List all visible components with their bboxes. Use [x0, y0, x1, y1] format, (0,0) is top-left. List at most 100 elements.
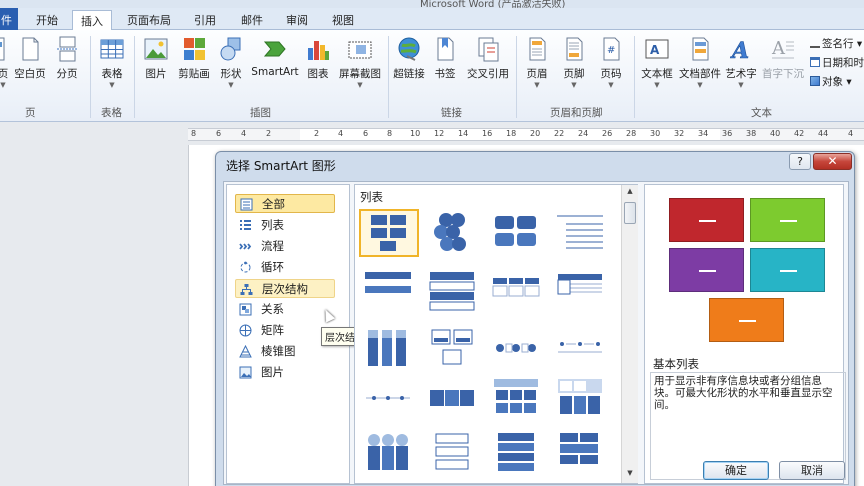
layout-thumb-stacked[interactable] [423, 269, 483, 317]
quick-parts-button[interactable]: 文档部件 ▼ [678, 36, 722, 90]
ribbon-insert: 页 ▼ 空白页 分页 表格 ▼ 图片 剪贴画 形状 ▼ SmartArt 图表 … [0, 30, 864, 122]
chevron-down-icon: ▼ [571, 81, 577, 89]
textbox-button[interactable]: A 文本框 ▼ [638, 36, 676, 90]
layout-thumbnail [429, 272, 475, 311]
picture-button[interactable]: 图片 [141, 36, 171, 81]
ruler-tick-label: 32 [674, 129, 685, 138]
tab-review[interactable]: 审阅 [286, 12, 308, 28]
help-button[interactable]: ? [789, 153, 811, 170]
ruler-tick-label: 18 [506, 129, 517, 138]
layout-thumb-stacked-bars[interactable] [487, 429, 547, 477]
svg-text:A: A [730, 38, 749, 62]
cancel-button[interactable]: 取消 [779, 461, 845, 480]
object-button[interactable]: 对象 ▾ [810, 74, 852, 89]
tab-references[interactable]: 引用 [194, 12, 216, 28]
relationship-icon [239, 303, 252, 316]
group-label-header-footer: 页眉和页脚 [550, 107, 603, 119]
dialog-title: 选择 SmartArt 图形 [226, 159, 336, 173]
layout-thumb-block-grid[interactable] [551, 429, 611, 477]
layout-thumbnail [365, 272, 411, 293]
layout-thumb-picture-caption[interactable] [423, 325, 483, 373]
blank-page-button[interactable]: 空白页 [13, 36, 47, 81]
tab-insert[interactable]: 插入 [72, 10, 112, 31]
ruler-tick-label: 34 [698, 129, 709, 138]
date-time-button[interactable]: 日期和时 [810, 55, 864, 70]
all-icon [240, 198, 253, 211]
pyramid-icon [239, 345, 252, 358]
layout-thumb-grouped[interactable] [487, 209, 547, 257]
layout-thumb-dots[interactable] [551, 325, 611, 373]
layout-gallery: 列表 ▲ ▼ [354, 184, 638, 484]
category-picture[interactable]: 图片 [235, 363, 335, 382]
tab-file[interactable]: 件 [0, 8, 18, 30]
layout-thumb-vertical-bullet[interactable] [359, 269, 419, 317]
layout-thumb-grid[interactable] [487, 375, 547, 423]
ruler-tick-label: 20 [530, 129, 541, 138]
blank-page-icon [22, 37, 39, 61]
layout-thumb-horizontal[interactable] [487, 269, 547, 317]
scroll-up-icon[interactable]: ▲ [624, 187, 636, 199]
hierarchy-icon [240, 284, 253, 295]
category-relationship[interactable]: 关系 [235, 300, 335, 319]
ok-button[interactable]: 确定 [703, 461, 769, 480]
smartart-label: SmartArt [251, 66, 299, 78]
layout-thumb-header-grid[interactable] [551, 375, 611, 423]
layout-thumb-circle-blocks[interactable] [359, 429, 419, 477]
ruler-tick-label: 14 [458, 129, 469, 138]
page-number-button[interactable]: # 页码 ▼ [596, 36, 626, 90]
layout-thumb-hexagon[interactable] [423, 209, 483, 257]
category-process[interactable]: 流程 [235, 237, 335, 256]
page-break-button[interactable]: 分页 [53, 36, 81, 81]
tab-page-layout[interactable]: 页面布局 [127, 12, 171, 28]
layout-thumb-tabbed[interactable] [423, 429, 483, 477]
header-label: 页眉 [526, 68, 548, 80]
ruler-tick-label: 6 [216, 129, 222, 138]
dropcap-button[interactable]: A 首字下沉 [761, 36, 805, 81]
layout-thumb-vertical-boxes[interactable] [359, 325, 419, 373]
category-cycle[interactable]: 循环 [235, 258, 335, 277]
category-hierarchy[interactable]: 层次结构 [235, 279, 335, 298]
layout-thumb-circles[interactable] [487, 325, 547, 373]
ruler-tick-label: 8 [191, 129, 197, 138]
layout-thumb-table-list[interactable] [551, 269, 611, 317]
bookmark-button[interactable]: 书签 [431, 36, 459, 81]
category-matrix[interactable]: 矩阵 [235, 321, 335, 340]
scroll-down-icon[interactable]: ▼ [624, 469, 636, 481]
tab-mailings[interactable]: 邮件 [241, 12, 263, 28]
category-list-type[interactable]: 列表 [235, 216, 335, 235]
cover-page-button[interactable]: 页 ▼ [0, 36, 12, 90]
smartart-dialog: 选择 SmartArt 图形 ? ✕ 全部 列表 流程 循环 层次结构 关系 矩… [215, 151, 855, 486]
category-label: 棱锥图 [261, 344, 296, 358]
chart-button[interactable]: 图表 [304, 36, 332, 81]
horizontal-ruler[interactable]: 8 6 4 2 2 4 6 8 10 12 14 16 18 20 22 24 … [188, 128, 864, 141]
gallery-scrollbar[interactable]: ▲ ▼ [621, 185, 638, 483]
tab-home[interactable]: 开始 [36, 12, 58, 28]
layout-thumbnail [498, 433, 534, 471]
signature-line-button[interactable]: 签名行 ▾ [810, 36, 862, 51]
close-button[interactable]: ✕ [813, 153, 852, 170]
layout-thumb-lined-list[interactable] [551, 209, 611, 257]
wordart-button[interactable]: A 艺术字 ▼ [723, 36, 759, 90]
clipart-button[interactable]: 剪贴画 [175, 36, 213, 81]
tab-view[interactable]: 视图 [332, 12, 354, 28]
footer-button[interactable]: 页脚 ▼ [559, 36, 589, 90]
table-button[interactable]: 表格 ▼ [98, 36, 126, 90]
category-label: 流程 [261, 239, 284, 253]
picture-label: 图片 [145, 68, 167, 80]
layout-thumbnail [435, 433, 469, 470]
layout-thumb-basic-list[interactable] [359, 209, 419, 257]
hyperlink-button[interactable]: 超链接 [392, 36, 426, 81]
cross-reference-button[interactable]: 交叉引用 [464, 36, 512, 81]
layout-thumb-timeline[interactable] [359, 375, 419, 423]
shapes-button[interactable]: 形状 ▼ [217, 36, 245, 90]
category-pyramid[interactable]: 棱锥图 [235, 342, 335, 361]
blank-page-label: 空白页 [14, 68, 46, 80]
screenshot-button[interactable]: 屏幕截图 ▼ [336, 36, 384, 90]
scrollbar-thumb[interactable] [624, 202, 636, 224]
layout-thumb-horizontal-boxes[interactable] [423, 375, 483, 423]
layout-thumbnail [371, 215, 406, 251]
smartart-button[interactable]: SmartArt [250, 36, 300, 78]
group-separator [388, 36, 389, 118]
category-all[interactable]: 全部 [235, 194, 335, 213]
header-button[interactable]: 页眉 ▼ [522, 36, 552, 90]
